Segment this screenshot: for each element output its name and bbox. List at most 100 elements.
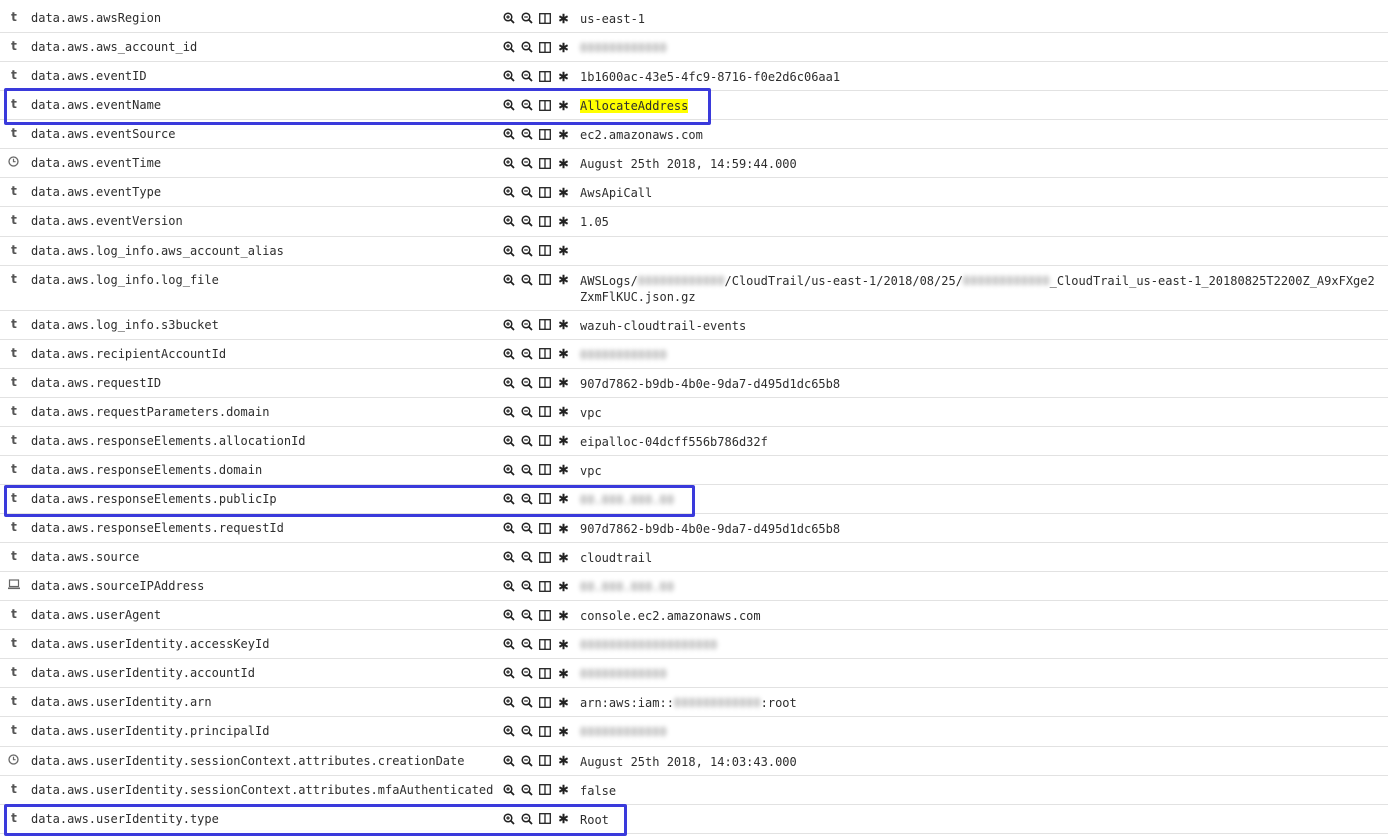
toggle-column-icon[interactable]: [538, 69, 552, 83]
filter-for-value-icon[interactable]: [502, 69, 516, 83]
filter-for-value-icon[interactable]: [502, 127, 516, 141]
filter-exists-icon[interactable]: [556, 521, 570, 535]
filter-out-value-icon[interactable]: [520, 724, 534, 738]
filter-exists-icon[interactable]: [556, 40, 570, 54]
filter-exists-icon[interactable]: [556, 244, 570, 258]
filter-out-value-icon[interactable]: [520, 318, 534, 332]
toggle-column-icon[interactable]: [538, 637, 552, 651]
filter-exists-icon[interactable]: [556, 754, 570, 768]
filter-exists-icon[interactable]: [556, 273, 570, 287]
filter-for-value-icon[interactable]: [502, 11, 516, 25]
filter-exists-icon[interactable]: [556, 724, 570, 738]
toggle-column-icon[interactable]: [538, 579, 552, 593]
filter-for-value-icon[interactable]: [502, 695, 516, 709]
filter-for-value-icon[interactable]: [502, 214, 516, 228]
toggle-column-icon[interactable]: [538, 40, 552, 54]
filter-exists-icon[interactable]: [556, 666, 570, 680]
filter-for-value-icon[interactable]: [502, 492, 516, 506]
filter-exists-icon[interactable]: [556, 127, 570, 141]
toggle-column-icon[interactable]: [538, 156, 552, 170]
toggle-column-icon[interactable]: [538, 273, 552, 287]
filter-out-value-icon[interactable]: [520, 405, 534, 419]
filter-out-value-icon[interactable]: [520, 521, 534, 535]
filter-for-value-icon[interactable]: [502, 185, 516, 199]
filter-exists-icon[interactable]: [556, 376, 570, 390]
filter-out-value-icon[interactable]: [520, 156, 534, 170]
toggle-column-icon[interactable]: [538, 98, 552, 112]
filter-for-value-icon[interactable]: [502, 376, 516, 390]
filter-exists-icon[interactable]: [556, 492, 570, 506]
toggle-column-icon[interactable]: [538, 127, 552, 141]
filter-exists-icon[interactable]: [556, 550, 570, 564]
filter-out-value-icon[interactable]: [520, 434, 534, 448]
toggle-column-icon[interactable]: [538, 812, 552, 826]
filter-exists-icon[interactable]: [556, 156, 570, 170]
filter-exists-icon[interactable]: [556, 695, 570, 709]
filter-out-value-icon[interactable]: [520, 376, 534, 390]
filter-out-value-icon[interactable]: [520, 11, 534, 25]
toggle-column-icon[interactable]: [538, 666, 552, 680]
toggle-column-icon[interactable]: [538, 185, 552, 199]
toggle-column-icon[interactable]: [538, 318, 552, 332]
filter-out-value-icon[interactable]: [520, 347, 534, 361]
filter-for-value-icon[interactable]: [502, 405, 516, 419]
filter-out-value-icon[interactable]: [520, 579, 534, 593]
filter-exists-icon[interactable]: [556, 579, 570, 593]
filter-for-value-icon[interactable]: [502, 666, 516, 680]
filter-out-value-icon[interactable]: [520, 98, 534, 112]
filter-out-value-icon[interactable]: [520, 127, 534, 141]
filter-for-value-icon[interactable]: [502, 724, 516, 738]
filter-exists-icon[interactable]: [556, 214, 570, 228]
toggle-column-icon[interactable]: [538, 214, 552, 228]
filter-out-value-icon[interactable]: [520, 463, 534, 477]
filter-exists-icon[interactable]: [556, 185, 570, 199]
filter-exists-icon[interactable]: [556, 69, 570, 83]
filter-out-value-icon[interactable]: [520, 783, 534, 797]
filter-out-value-icon[interactable]: [520, 550, 534, 564]
filter-for-value-icon[interactable]: [502, 40, 516, 54]
filter-for-value-icon[interactable]: [502, 463, 516, 477]
filter-exists-icon[interactable]: [556, 812, 570, 826]
filter-for-value-icon[interactable]: [502, 244, 516, 258]
filter-out-value-icon[interactable]: [520, 637, 534, 651]
filter-for-value-icon[interactable]: [502, 812, 516, 826]
filter-out-value-icon[interactable]: [520, 214, 534, 228]
filter-out-value-icon[interactable]: [520, 812, 534, 826]
filter-exists-icon[interactable]: [556, 347, 570, 361]
toggle-column-icon[interactable]: [538, 11, 552, 25]
filter-for-value-icon[interactable]: [502, 550, 516, 564]
toggle-column-icon[interactable]: [538, 492, 552, 506]
filter-exists-icon[interactable]: [556, 783, 570, 797]
filter-for-value-icon[interactable]: [502, 608, 516, 622]
filter-exists-icon[interactable]: [556, 11, 570, 25]
filter-for-value-icon[interactable]: [502, 754, 516, 768]
toggle-column-icon[interactable]: [538, 550, 552, 564]
filter-for-value-icon[interactable]: [502, 637, 516, 651]
filter-exists-icon[interactable]: [556, 637, 570, 651]
filter-exists-icon[interactable]: [556, 608, 570, 622]
filter-for-value-icon[interactable]: [502, 521, 516, 535]
toggle-column-icon[interactable]: [538, 724, 552, 738]
toggle-column-icon[interactable]: [538, 463, 552, 477]
filter-for-value-icon[interactable]: [502, 783, 516, 797]
toggle-column-icon[interactable]: [538, 521, 552, 535]
toggle-column-icon[interactable]: [538, 754, 552, 768]
filter-out-value-icon[interactable]: [520, 695, 534, 709]
toggle-column-icon[interactable]: [538, 347, 552, 361]
toggle-column-icon[interactable]: [538, 783, 552, 797]
filter-exists-icon[interactable]: [556, 98, 570, 112]
filter-for-value-icon[interactable]: [502, 98, 516, 112]
filter-out-value-icon[interactable]: [520, 666, 534, 680]
filter-for-value-icon[interactable]: [502, 273, 516, 287]
filter-for-value-icon[interactable]: [502, 579, 516, 593]
toggle-column-icon[interactable]: [538, 434, 552, 448]
filter-out-value-icon[interactable]: [520, 492, 534, 506]
filter-exists-icon[interactable]: [556, 463, 570, 477]
filter-for-value-icon[interactable]: [502, 318, 516, 332]
filter-out-value-icon[interactable]: [520, 608, 534, 622]
filter-out-value-icon[interactable]: [520, 69, 534, 83]
filter-out-value-icon[interactable]: [520, 273, 534, 287]
filter-out-value-icon[interactable]: [520, 754, 534, 768]
toggle-column-icon[interactable]: [538, 405, 552, 419]
filter-exists-icon[interactable]: [556, 405, 570, 419]
